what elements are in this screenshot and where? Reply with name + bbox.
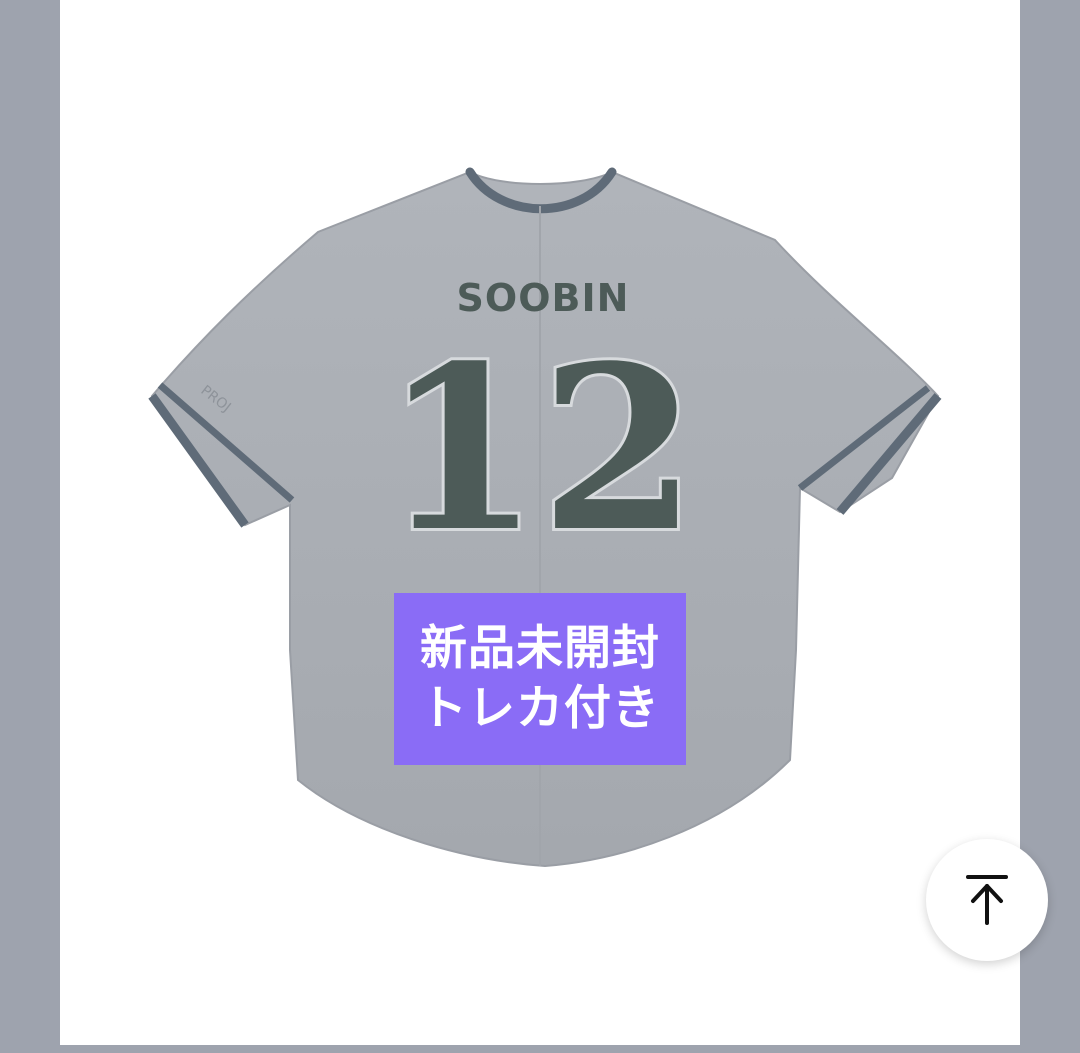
arrow-up-to-top-icon [966, 875, 1008, 925]
player-name: SOOBIN [457, 276, 630, 320]
player-number: 12 [383, 317, 698, 582]
condition-line-2: トレカ付き [420, 681, 660, 736]
condition-label: 新品未開封 トレカ付き [394, 593, 686, 765]
product-image: PROJ SOOBIN 12 [148, 167, 942, 868]
scroll-to-top-button[interactable] [926, 839, 1048, 961]
condition-line-1: 新品未開封 [420, 621, 660, 676]
